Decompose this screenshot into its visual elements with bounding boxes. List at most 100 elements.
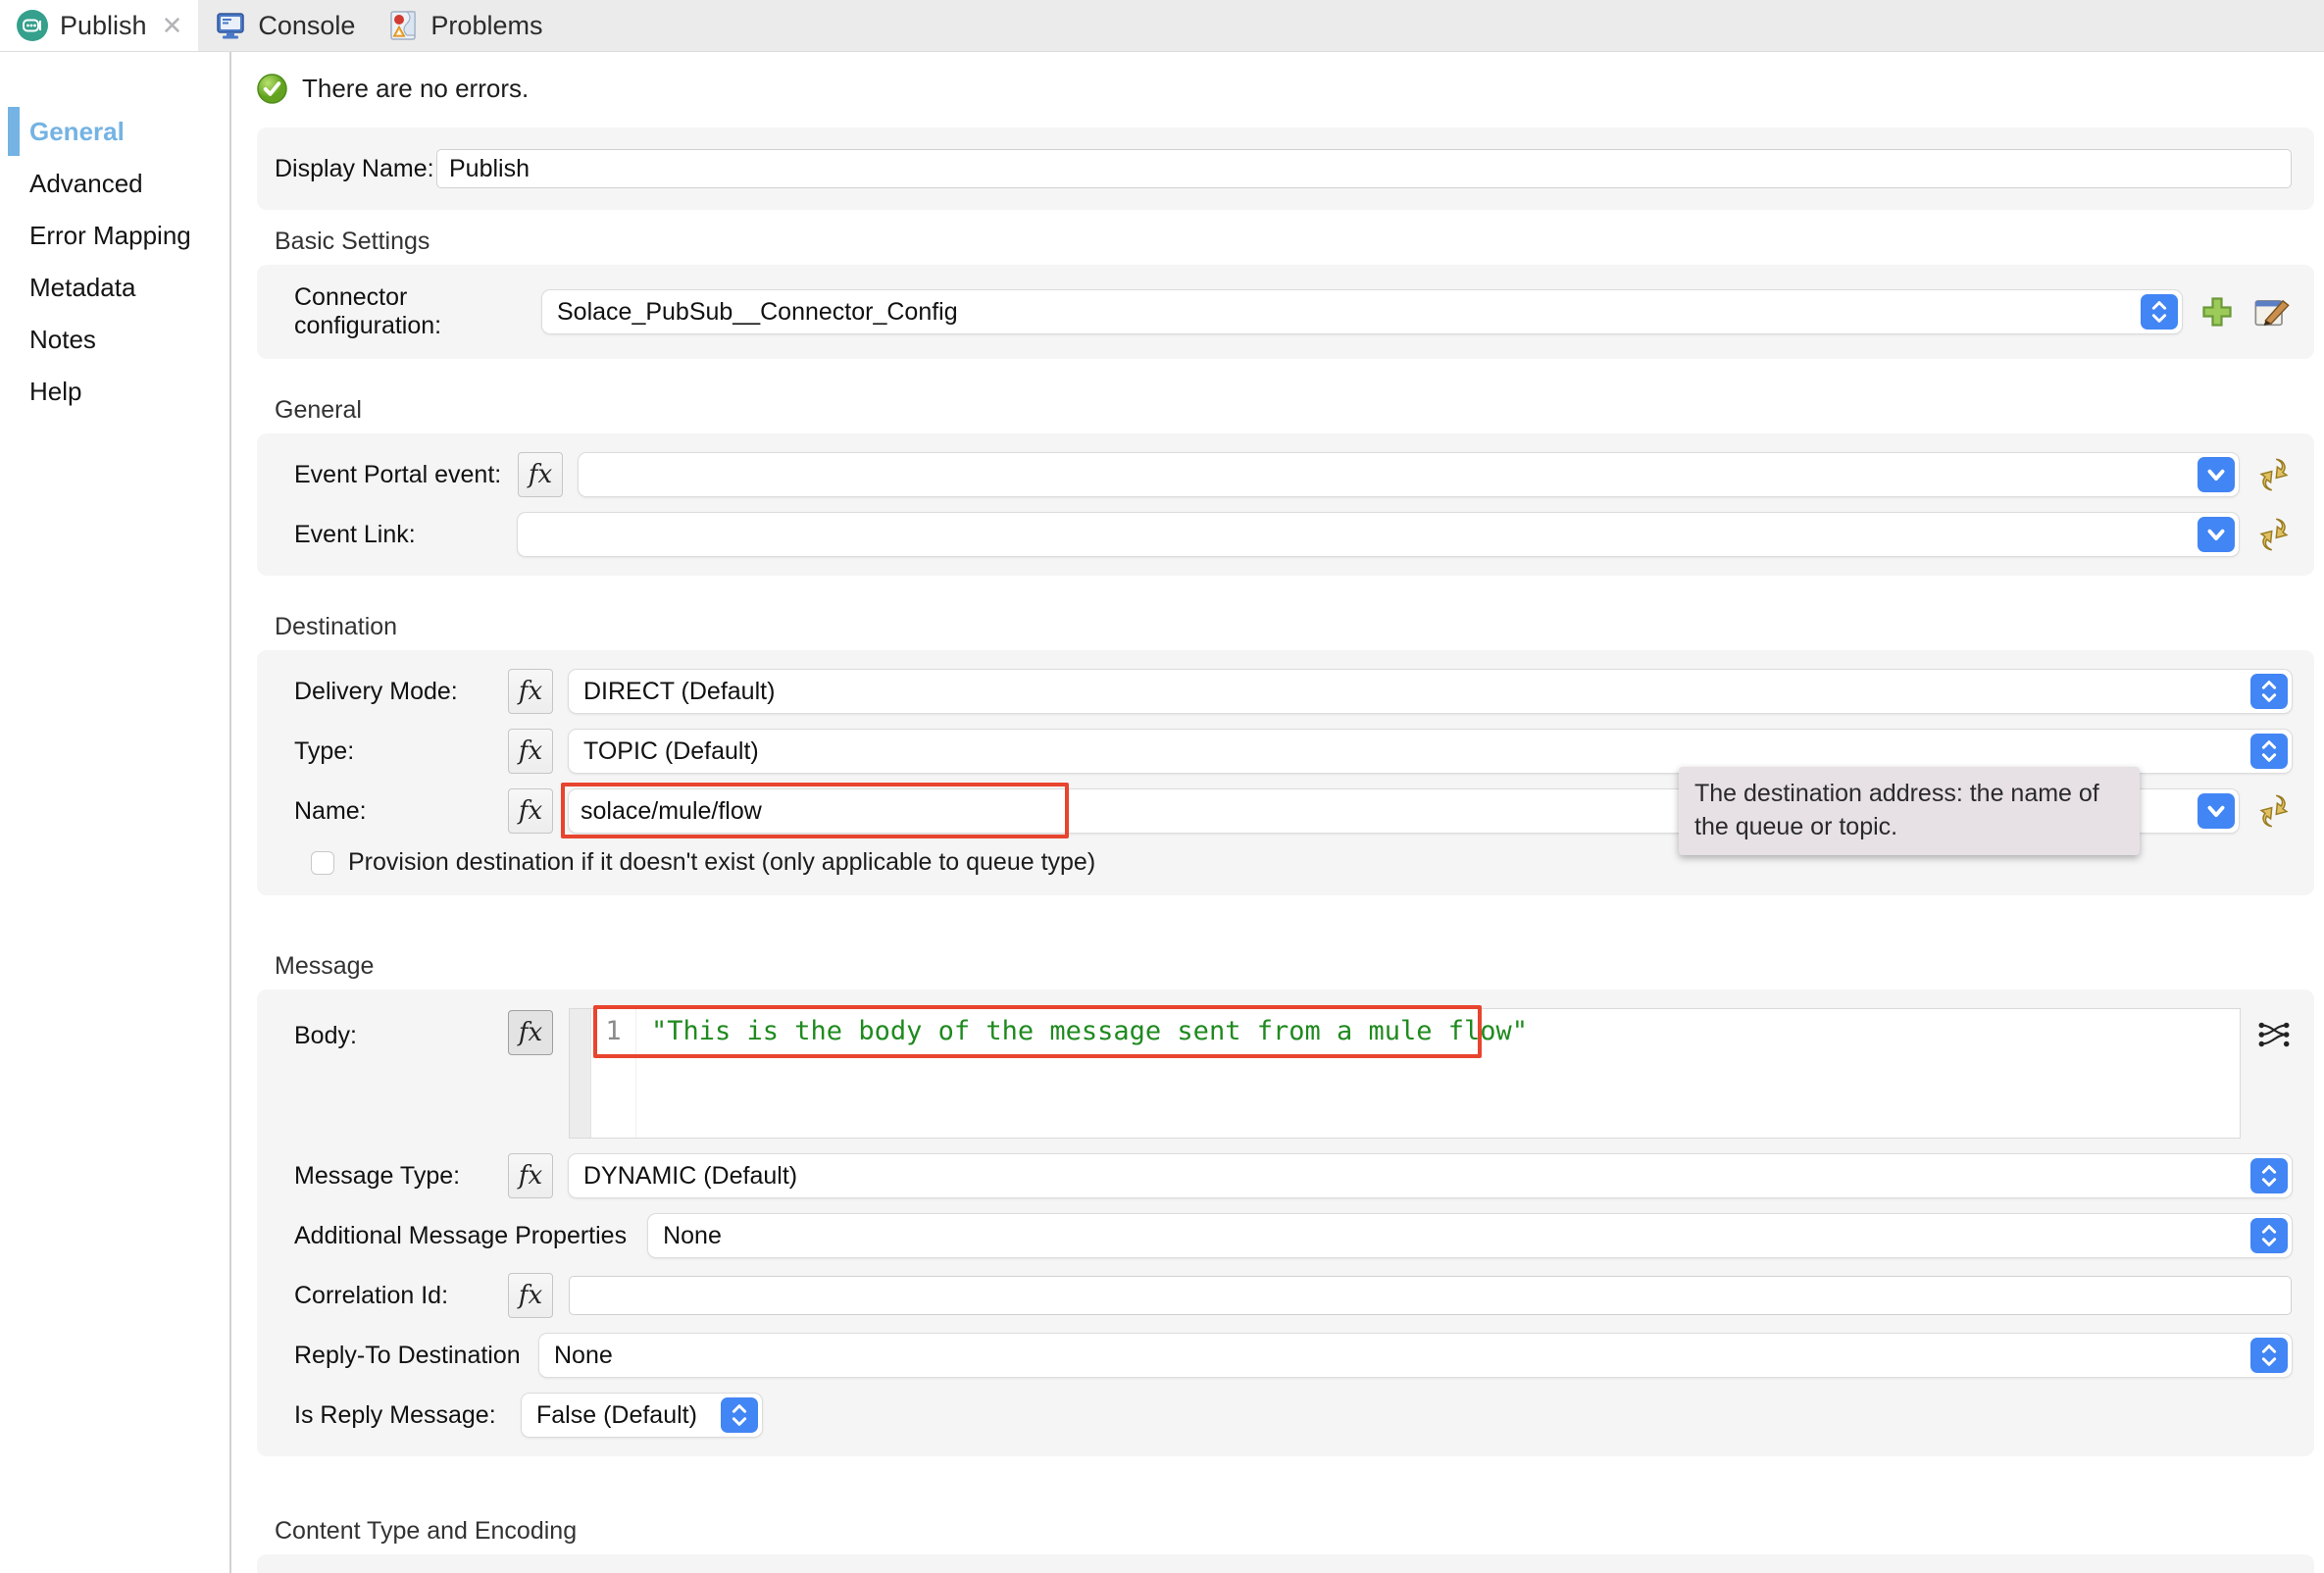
section-title-basic-settings: Basic Settings — [275, 228, 2314, 256]
section-title-general: General — [275, 396, 2314, 425]
is-reply-message-select[interactable]: False (Default) — [522, 1394, 762, 1437]
additional-message-properties-select[interactable]: None — [648, 1214, 2292, 1257]
is-reply-message-label: Is Reply Message: — [294, 1401, 522, 1430]
event-portal-event-label: Event Portal event: — [294, 461, 518, 489]
fx-button[interactable]: fx — [508, 788, 553, 834]
tab-publish[interactable]: Publish ✕ — [0, 0, 198, 51]
select-spinner-icon — [2250, 1158, 2288, 1193]
reply-to-destination-select[interactable]: None — [539, 1334, 2292, 1377]
editor-gutter — [570, 1009, 591, 1138]
destination-name-label: Name: — [294, 797, 508, 826]
fx-button[interactable]: fx — [508, 1153, 553, 1198]
tab-publish-label: Publish — [60, 11, 147, 41]
delivery-mode-label: Delivery Mode: — [294, 678, 508, 706]
refresh-icon[interactable] — [2256, 517, 2292, 552]
select-spinner-icon — [2250, 1218, 2288, 1253]
is-reply-message-value: False (Default) — [536, 1401, 721, 1430]
reply-to-destination-value: None — [554, 1342, 2250, 1370]
add-config-icon[interactable] — [2199, 294, 2235, 330]
no-errors-check-icon — [257, 74, 287, 104]
correlation-id-label: Correlation Id: — [294, 1282, 508, 1310]
active-indicator-bar — [8, 107, 20, 156]
delivery-mode-value: DIRECT (Default) — [583, 678, 2250, 706]
additional-message-properties-label: Additional Message Properties — [294, 1222, 648, 1250]
editor-line-number: 1 — [591, 1009, 636, 1138]
sidebar-item-advanced[interactable]: Advanced — [0, 158, 229, 210]
edit-config-icon[interactable] — [2252, 294, 2292, 330]
select-spinner-icon — [2250, 1338, 2288, 1373]
problems-icon — [386, 9, 420, 42]
editor-tab-bar: Publish ✕ Console Problems — [0, 0, 2324, 52]
chevron-down-icon[interactable] — [2198, 517, 2235, 552]
sidebar-item-label: Notes — [29, 325, 96, 355]
body-label: Body: — [294, 1008, 508, 1050]
display-name-panel: Display Name: — [257, 127, 2314, 210]
sidebar-item-help[interactable]: Help — [0, 366, 229, 418]
sidebar-item-metadata[interactable]: Metadata — [0, 262, 229, 314]
connector-configuration-label: Connector configuration: — [294, 283, 542, 340]
message-panel: Body: fx 1 "This is the body of the mess… — [257, 989, 2314, 1456]
sidebar-item-notes[interactable]: Notes — [0, 314, 229, 366]
event-link-combo[interactable] — [518, 513, 2239, 556]
fx-button[interactable]: fx — [508, 1010, 553, 1055]
event-link-label: Event Link: — [294, 521, 518, 549]
fx-button[interactable]: fx — [508, 669, 553, 714]
sidebar-item-error-mapping[interactable]: Error Mapping — [0, 210, 229, 262]
refresh-icon[interactable] — [2256, 793, 2292, 829]
editor-code-line[interactable]: "This is the body of the message sent fr… — [636, 1009, 1528, 1138]
connector-configuration-select[interactable]: Solace_PubSub__Connector_Config — [542, 290, 2182, 333]
fx-button[interactable]: fx — [518, 452, 563, 497]
correlation-id-input[interactable] — [569, 1276, 2292, 1315]
select-spinner-icon — [2141, 294, 2178, 330]
sidebar-item-label: Metadata — [29, 273, 135, 303]
tab-problems[interactable]: Problems — [371, 0, 558, 51]
chevron-down-icon[interactable] — [2198, 457, 2235, 492]
sidebar-item-label: Error Mapping — [29, 221, 191, 251]
sidebar-item-label: General — [29, 117, 125, 147]
type-label: Type: — [294, 737, 508, 766]
properties-sidebar: General Advanced Error Mapping Metadata … — [0, 52, 231, 1573]
publish-connector-icon — [16, 9, 49, 42]
provision-destination-checkbox[interactable] — [311, 851, 334, 875]
validation-status: There are no errors. — [257, 74, 2314, 104]
message-type-select[interactable]: DYNAMIC (Default) — [569, 1154, 2292, 1197]
body-code-editor[interactable]: 1 "This is the body of the message sent … — [569, 1008, 2241, 1139]
dataweave-mapping-icon[interactable] — [2256, 1020, 2292, 1049]
tab-console[interactable]: Console — [198, 0, 371, 51]
status-message: There are no errors. — [302, 74, 529, 104]
section-title-content-type-encoding: Content Type and Encoding — [275, 1517, 2314, 1546]
tab-console-label: Console — [258, 11, 355, 41]
destination-name-tooltip: The destination address: the name of the… — [1679, 767, 2140, 855]
refresh-icon[interactable] — [2256, 457, 2292, 492]
message-type-value: DYNAMIC (Default) — [583, 1162, 2250, 1191]
reply-to-destination-label: Reply-To Destination — [294, 1342, 539, 1370]
fx-button[interactable]: fx — [508, 1273, 553, 1318]
section-title-message: Message — [275, 952, 2314, 981]
event-portal-event-input[interactable] — [590, 461, 2198, 489]
event-link-input[interactable] — [530, 521, 2198, 549]
select-spinner-icon — [2250, 674, 2288, 709]
select-spinner-icon — [2250, 734, 2288, 769]
chevron-down-icon[interactable] — [2198, 793, 2235, 829]
connector-configuration-value: Solace_PubSub__Connector_Config — [557, 298, 2141, 327]
select-spinner-icon — [721, 1397, 758, 1433]
type-value: TOPIC (Default) — [583, 737, 2250, 766]
additional-message-properties-value: None — [663, 1222, 2250, 1250]
display-name-label: Display Name: — [275, 155, 436, 183]
tab-close-icon[interactable]: ✕ — [162, 11, 183, 41]
section-title-destination: Destination — [275, 613, 2314, 641]
sidebar-item-label: Help — [29, 377, 81, 407]
event-portal-event-combo[interactable] — [579, 453, 2239, 496]
general-panel: Event Portal event: fx Event Link: — [257, 433, 2314, 576]
fx-button[interactable]: fx — [508, 729, 553, 774]
tab-problems-label: Problems — [430, 11, 542, 41]
content-type-encoding-panel: Content Type: fx Encoding: fx — [257, 1554, 2314, 1573]
sidebar-item-label: Advanced — [29, 169, 143, 199]
message-type-label: Message Type: — [294, 1162, 508, 1191]
sidebar-item-general[interactable]: General — [0, 106, 229, 158]
basic-settings-panel: Connector configuration: Solace_PubSub__… — [257, 265, 2314, 359]
display-name-input[interactable] — [436, 149, 2292, 188]
delivery-mode-select[interactable]: DIRECT (Default) — [569, 670, 2292, 713]
provision-destination-label: Provision destination if it doesn't exis… — [348, 848, 1095, 877]
console-icon — [214, 9, 247, 42]
